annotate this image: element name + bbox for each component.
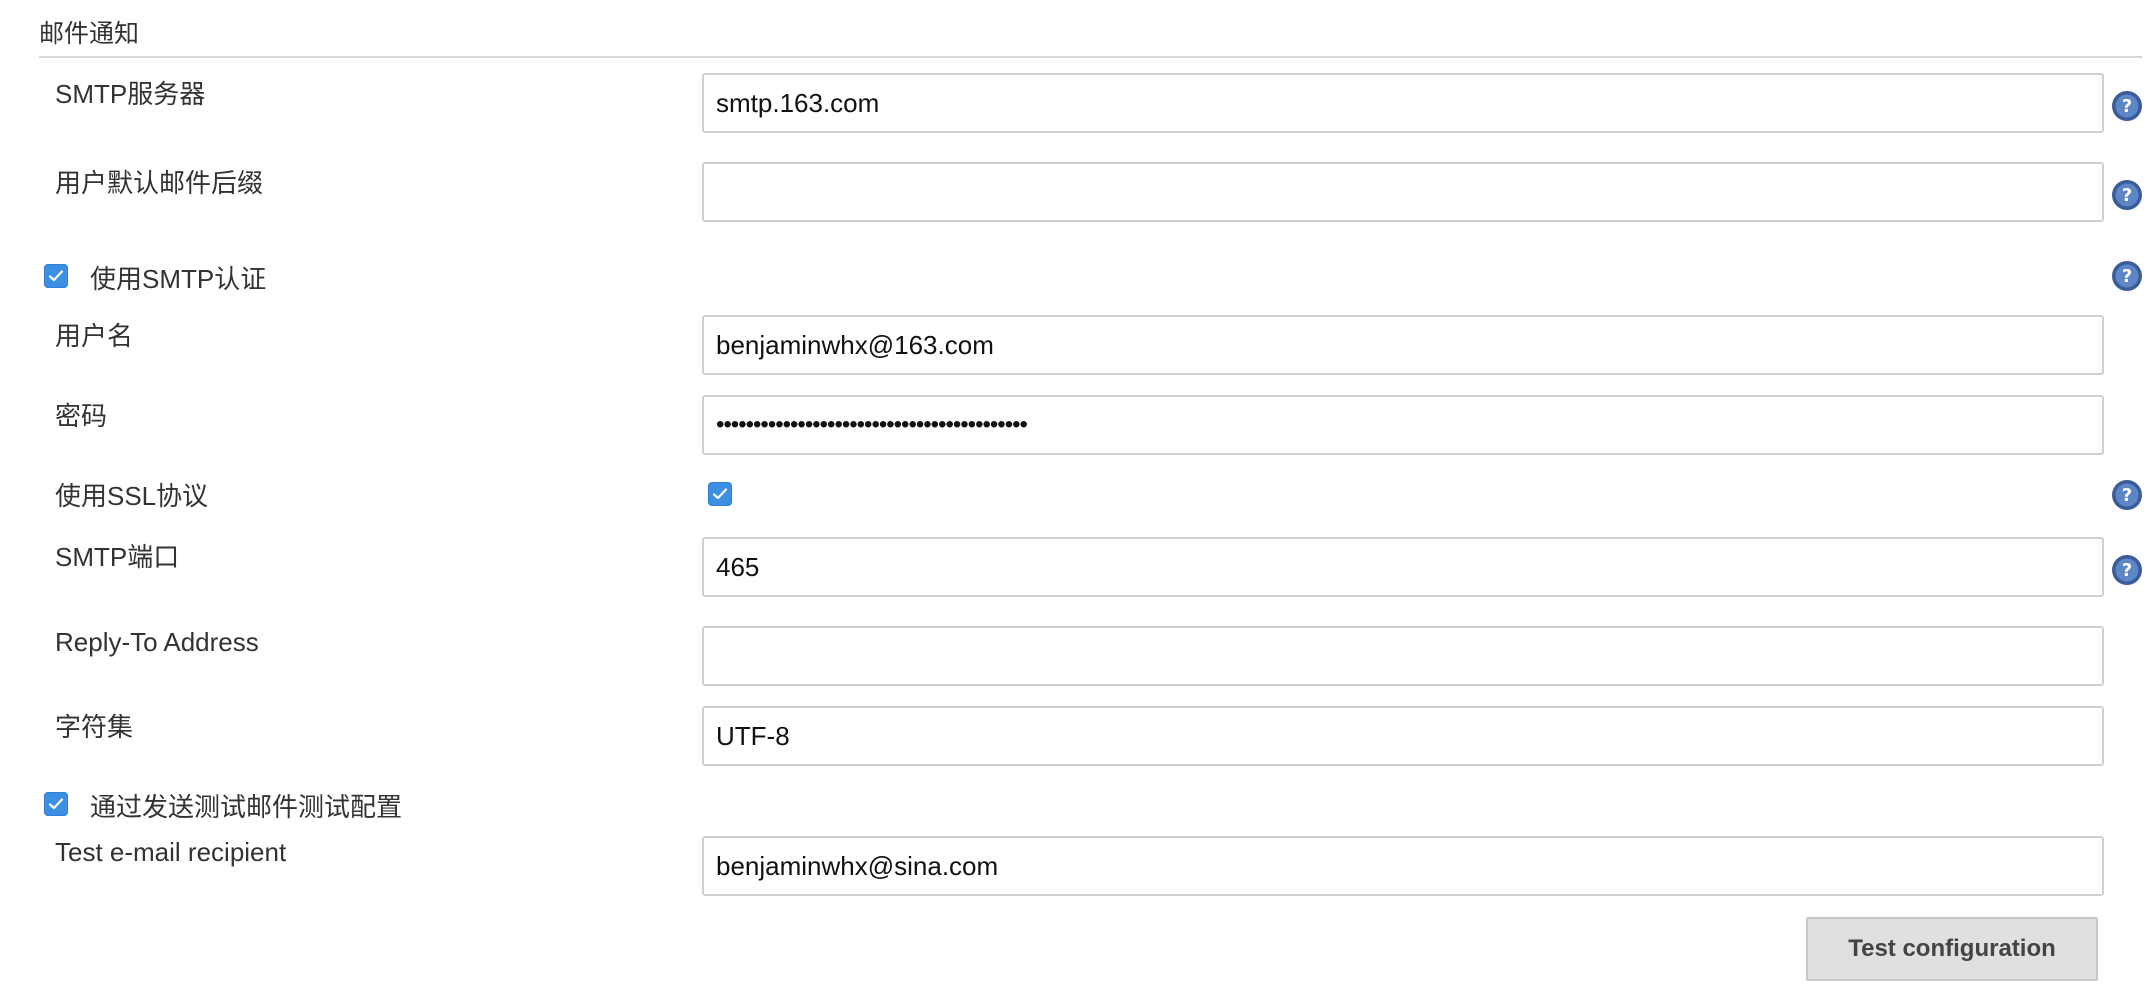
default-suffix-input[interactable] bbox=[702, 162, 2104, 222]
section-title: 邮件通知 bbox=[39, 20, 140, 48]
checkmark-icon bbox=[48, 798, 64, 810]
reply-to-input[interactable] bbox=[702, 626, 2104, 686]
password-input[interactable]: ••••••••••••••••••••••••••••••••••••••••… bbox=[702, 395, 2104, 455]
svg-text:?: ? bbox=[2122, 266, 2132, 287]
checkmark-icon bbox=[712, 488, 728, 500]
username-input[interactable]: benjaminwhx@163.com bbox=[702, 315, 2104, 375]
default-suffix-label: 用户默认邮件后缀 bbox=[55, 168, 264, 198]
use-ssl-label: 使用SSL协议 bbox=[55, 481, 209, 511]
help-icon[interactable]: ? bbox=[2111, 479, 2143, 511]
test-via-email-label: 通过发送测试邮件测试配置 bbox=[90, 792, 403, 822]
use-ssl-checkbox[interactable] bbox=[708, 482, 732, 506]
svg-text:?: ? bbox=[2122, 185, 2132, 206]
test-recipient-input[interactable]: benjaminwhx@sina.com bbox=[702, 836, 2104, 896]
test-configuration-button[interactable]: Test configuration bbox=[1806, 917, 2098, 981]
username-label: 用户名 bbox=[55, 321, 134, 351]
help-icon[interactable]: ? bbox=[2111, 179, 2143, 211]
reply-to-label: Reply-To Address bbox=[55, 627, 259, 657]
help-icon[interactable]: ? bbox=[2111, 260, 2143, 292]
password-label: 密码 bbox=[55, 401, 108, 431]
svg-text:?: ? bbox=[2122, 485, 2132, 506]
svg-text:?: ? bbox=[2122, 96, 2132, 117]
help-icon[interactable]: ? bbox=[2111, 554, 2143, 586]
charset-label: 字符集 bbox=[55, 712, 134, 742]
section-divider bbox=[39, 56, 2142, 58]
smtp-port-input[interactable]: 465 bbox=[702, 537, 2104, 597]
smtp-port-label: SMTP端口 bbox=[55, 542, 180, 572]
svg-text:?: ? bbox=[2122, 560, 2132, 581]
smtp-server-label: SMTP服务器 bbox=[55, 79, 206, 109]
charset-input[interactable]: UTF-8 bbox=[702, 706, 2104, 766]
checkmark-icon bbox=[48, 270, 64, 282]
use-smtp-auth-checkbox[interactable] bbox=[44, 264, 68, 288]
test-recipient-label: Test e-mail recipient bbox=[55, 837, 287, 867]
use-smtp-auth-label: 使用SMTP认证 bbox=[90, 264, 267, 294]
test-via-email-checkbox[interactable] bbox=[44, 792, 68, 816]
smtp-server-input[interactable]: smtp.163.com bbox=[702, 73, 2104, 133]
help-icon[interactable]: ? bbox=[2111, 90, 2143, 122]
